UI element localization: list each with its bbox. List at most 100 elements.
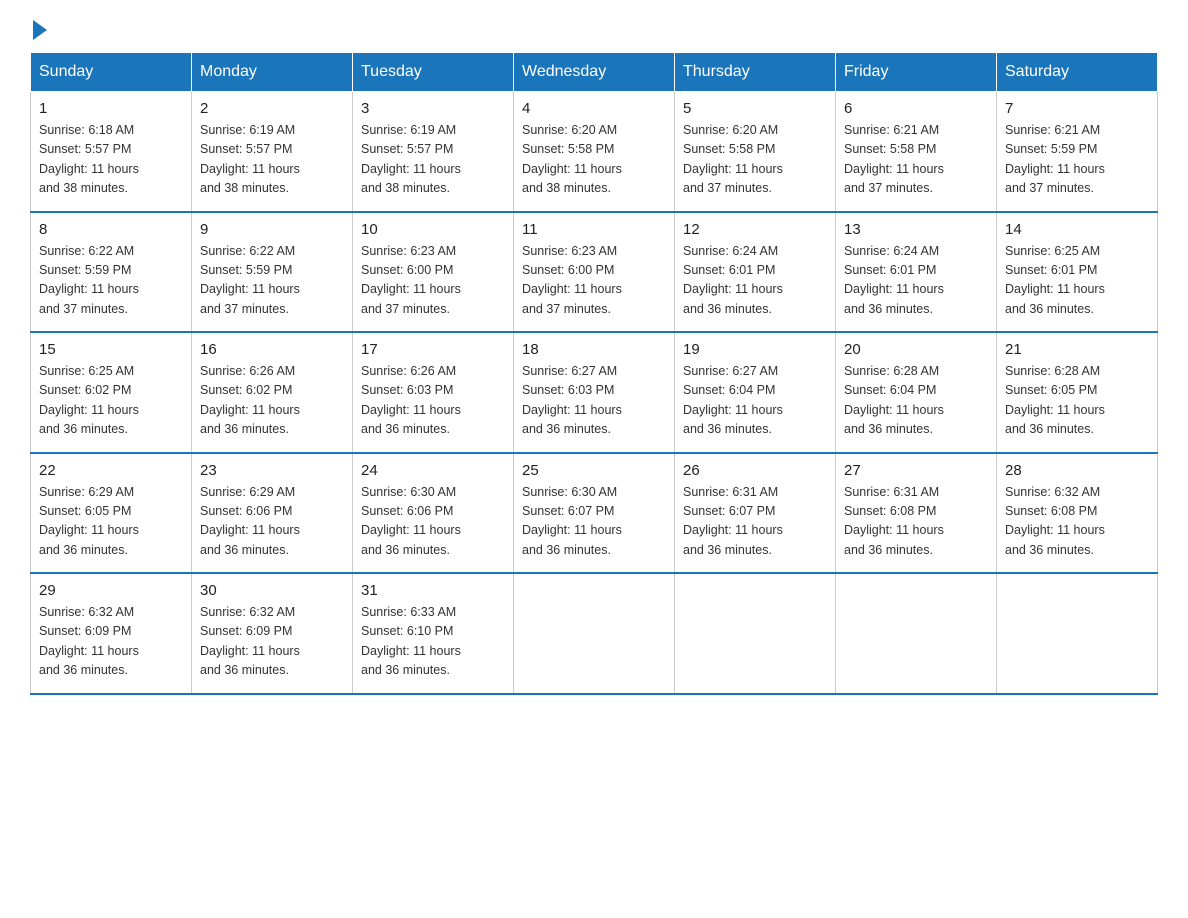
day-info: Sunrise: 6:21 AMSunset: 5:58 PMDaylight:… bbox=[844, 123, 944, 195]
calendar-day-header: Thursday bbox=[675, 53, 836, 92]
calendar-cell: 9 Sunrise: 6:22 AMSunset: 5:59 PMDayligh… bbox=[192, 212, 353, 333]
calendar-cell: 12 Sunrise: 6:24 AMSunset: 6:01 PMDaylig… bbox=[675, 212, 836, 333]
calendar-day-header: Wednesday bbox=[514, 53, 675, 92]
day-number: 1 bbox=[39, 100, 183, 117]
calendar-cell: 10 Sunrise: 6:23 AMSunset: 6:00 PMDaylig… bbox=[353, 212, 514, 333]
calendar-cell: 24 Sunrise: 6:30 AMSunset: 6:06 PMDaylig… bbox=[353, 453, 514, 574]
calendar-cell: 28 Sunrise: 6:32 AMSunset: 6:08 PMDaylig… bbox=[997, 453, 1158, 574]
day-number: 9 bbox=[200, 221, 344, 238]
day-info: Sunrise: 6:30 AMSunset: 6:07 PMDaylight:… bbox=[522, 485, 622, 557]
day-info: Sunrise: 6:24 AMSunset: 6:01 PMDaylight:… bbox=[683, 244, 783, 316]
calendar-cell: 18 Sunrise: 6:27 AMSunset: 6:03 PMDaylig… bbox=[514, 332, 675, 453]
day-info: Sunrise: 6:28 AMSunset: 6:04 PMDaylight:… bbox=[844, 364, 944, 436]
day-number: 4 bbox=[522, 100, 666, 117]
day-number: 26 bbox=[683, 462, 827, 479]
day-info: Sunrise: 6:19 AMSunset: 5:57 PMDaylight:… bbox=[200, 123, 300, 195]
calendar-cell: 3 Sunrise: 6:19 AMSunset: 5:57 PMDayligh… bbox=[353, 92, 514, 212]
day-info: Sunrise: 6:23 AMSunset: 6:00 PMDaylight:… bbox=[522, 244, 622, 316]
calendar-cell bbox=[675, 573, 836, 694]
calendar-cell: 23 Sunrise: 6:29 AMSunset: 6:06 PMDaylig… bbox=[192, 453, 353, 574]
calendar-week-row: 15 Sunrise: 6:25 AMSunset: 6:02 PMDaylig… bbox=[31, 332, 1158, 453]
day-info: Sunrise: 6:32 AMSunset: 6:08 PMDaylight:… bbox=[1005, 485, 1105, 557]
day-info: Sunrise: 6:25 AMSunset: 6:02 PMDaylight:… bbox=[39, 364, 139, 436]
day-info: Sunrise: 6:31 AMSunset: 6:08 PMDaylight:… bbox=[844, 485, 944, 557]
calendar-cell: 16 Sunrise: 6:26 AMSunset: 6:02 PMDaylig… bbox=[192, 332, 353, 453]
day-info: Sunrise: 6:22 AMSunset: 5:59 PMDaylight:… bbox=[200, 244, 300, 316]
day-info: Sunrise: 6:20 AMSunset: 5:58 PMDaylight:… bbox=[522, 123, 622, 195]
day-number: 8 bbox=[39, 221, 183, 238]
calendar-cell: 29 Sunrise: 6:32 AMSunset: 6:09 PMDaylig… bbox=[31, 573, 192, 694]
day-number: 18 bbox=[522, 341, 666, 358]
calendar-cell: 17 Sunrise: 6:26 AMSunset: 6:03 PMDaylig… bbox=[353, 332, 514, 453]
calendar-cell: 27 Sunrise: 6:31 AMSunset: 6:08 PMDaylig… bbox=[836, 453, 997, 574]
day-number: 12 bbox=[683, 221, 827, 238]
day-number: 31 bbox=[361, 582, 505, 599]
calendar-cell bbox=[514, 573, 675, 694]
calendar-cell: 7 Sunrise: 6:21 AMSunset: 5:59 PMDayligh… bbox=[997, 92, 1158, 212]
day-number: 5 bbox=[683, 100, 827, 117]
calendar-cell: 21 Sunrise: 6:28 AMSunset: 6:05 PMDaylig… bbox=[997, 332, 1158, 453]
calendar-cell: 8 Sunrise: 6:22 AMSunset: 5:59 PMDayligh… bbox=[31, 212, 192, 333]
logo bbox=[30, 20, 47, 42]
calendar-cell: 30 Sunrise: 6:32 AMSunset: 6:09 PMDaylig… bbox=[192, 573, 353, 694]
calendar-table: SundayMondayTuesdayWednesdayThursdayFrid… bbox=[30, 52, 1158, 695]
calendar-cell: 19 Sunrise: 6:27 AMSunset: 6:04 PMDaylig… bbox=[675, 332, 836, 453]
logo-blue-text bbox=[30, 20, 47, 42]
calendar-cell: 6 Sunrise: 6:21 AMSunset: 5:58 PMDayligh… bbox=[836, 92, 997, 212]
calendar-cell: 15 Sunrise: 6:25 AMSunset: 6:02 PMDaylig… bbox=[31, 332, 192, 453]
calendar-week-row: 8 Sunrise: 6:22 AMSunset: 5:59 PMDayligh… bbox=[31, 212, 1158, 333]
day-info: Sunrise: 6:27 AMSunset: 6:04 PMDaylight:… bbox=[683, 364, 783, 436]
calendar-day-header: Friday bbox=[836, 53, 997, 92]
day-number: 23 bbox=[200, 462, 344, 479]
calendar-cell: 1 Sunrise: 6:18 AMSunset: 5:57 PMDayligh… bbox=[31, 92, 192, 212]
calendar-cell: 26 Sunrise: 6:31 AMSunset: 6:07 PMDaylig… bbox=[675, 453, 836, 574]
calendar-header-row: SundayMondayTuesdayWednesdayThursdayFrid… bbox=[31, 53, 1158, 92]
logo-arrow-icon bbox=[33, 20, 47, 40]
calendar-week-row: 29 Sunrise: 6:32 AMSunset: 6:09 PMDaylig… bbox=[31, 573, 1158, 694]
calendar-cell: 11 Sunrise: 6:23 AMSunset: 6:00 PMDaylig… bbox=[514, 212, 675, 333]
day-number: 20 bbox=[844, 341, 988, 358]
calendar-cell: 13 Sunrise: 6:24 AMSunset: 6:01 PMDaylig… bbox=[836, 212, 997, 333]
day-info: Sunrise: 6:26 AMSunset: 6:03 PMDaylight:… bbox=[361, 364, 461, 436]
day-info: Sunrise: 6:28 AMSunset: 6:05 PMDaylight:… bbox=[1005, 364, 1105, 436]
day-number: 21 bbox=[1005, 341, 1149, 358]
calendar-day-header: Tuesday bbox=[353, 53, 514, 92]
day-number: 16 bbox=[200, 341, 344, 358]
calendar-cell bbox=[997, 573, 1158, 694]
day-info: Sunrise: 6:21 AMSunset: 5:59 PMDaylight:… bbox=[1005, 123, 1105, 195]
day-info: Sunrise: 6:22 AMSunset: 5:59 PMDaylight:… bbox=[39, 244, 139, 316]
day-number: 10 bbox=[361, 221, 505, 238]
calendar-cell: 31 Sunrise: 6:33 AMSunset: 6:10 PMDaylig… bbox=[353, 573, 514, 694]
day-info: Sunrise: 6:32 AMSunset: 6:09 PMDaylight:… bbox=[200, 605, 300, 677]
day-info: Sunrise: 6:23 AMSunset: 6:00 PMDaylight:… bbox=[361, 244, 461, 316]
day-number: 6 bbox=[844, 100, 988, 117]
calendar-cell: 20 Sunrise: 6:28 AMSunset: 6:04 PMDaylig… bbox=[836, 332, 997, 453]
day-info: Sunrise: 6:18 AMSunset: 5:57 PMDaylight:… bbox=[39, 123, 139, 195]
day-info: Sunrise: 6:27 AMSunset: 6:03 PMDaylight:… bbox=[522, 364, 622, 436]
calendar-cell: 25 Sunrise: 6:30 AMSunset: 6:07 PMDaylig… bbox=[514, 453, 675, 574]
calendar-cell: 22 Sunrise: 6:29 AMSunset: 6:05 PMDaylig… bbox=[31, 453, 192, 574]
calendar-day-header: Monday bbox=[192, 53, 353, 92]
day-info: Sunrise: 6:19 AMSunset: 5:57 PMDaylight:… bbox=[361, 123, 461, 195]
day-number: 19 bbox=[683, 341, 827, 358]
day-number: 2 bbox=[200, 100, 344, 117]
day-info: Sunrise: 6:26 AMSunset: 6:02 PMDaylight:… bbox=[200, 364, 300, 436]
day-number: 29 bbox=[39, 582, 183, 599]
day-number: 27 bbox=[844, 462, 988, 479]
day-number: 17 bbox=[361, 341, 505, 358]
day-number: 3 bbox=[361, 100, 505, 117]
day-info: Sunrise: 6:25 AMSunset: 6:01 PMDaylight:… bbox=[1005, 244, 1105, 316]
calendar-day-header: Sunday bbox=[31, 53, 192, 92]
day-number: 7 bbox=[1005, 100, 1149, 117]
day-number: 24 bbox=[361, 462, 505, 479]
day-info: Sunrise: 6:29 AMSunset: 6:06 PMDaylight:… bbox=[200, 485, 300, 557]
calendar-week-row: 22 Sunrise: 6:29 AMSunset: 6:05 PMDaylig… bbox=[31, 453, 1158, 574]
day-number: 14 bbox=[1005, 221, 1149, 238]
calendar-day-header: Saturday bbox=[997, 53, 1158, 92]
day-info: Sunrise: 6:33 AMSunset: 6:10 PMDaylight:… bbox=[361, 605, 461, 677]
page-header bbox=[30, 20, 1158, 42]
day-number: 11 bbox=[522, 221, 666, 238]
day-number: 28 bbox=[1005, 462, 1149, 479]
day-number: 13 bbox=[844, 221, 988, 238]
day-info: Sunrise: 6:32 AMSunset: 6:09 PMDaylight:… bbox=[39, 605, 139, 677]
